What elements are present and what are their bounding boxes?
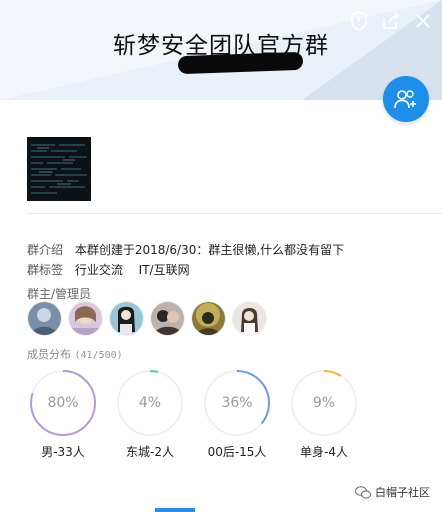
group-avatar[interactable] xyxy=(27,137,91,201)
distribution-rings: 80% 男-33人 4% 东城-2人 36% 00后-15人 9% 单身-4人 xyxy=(29,369,389,469)
admins-label: 群主/管理员 xyxy=(27,287,92,301)
add-members-button[interactable] xyxy=(383,76,429,122)
share-icon[interactable] xyxy=(380,10,402,32)
tag-item[interactable]: 行业交流 xyxy=(75,261,123,278)
ring-caption: 00后-15人 xyxy=(207,445,267,459)
group-profile-card: 斩梦安全团队官方群 群介绍 本群创建于2018/6/30：群主很懒,什么都没有留… xyxy=(0,0,442,512)
ring-caption: 东城-2人 xyxy=(126,445,174,459)
wechat-icon xyxy=(355,485,371,498)
member-count: (41/500) xyxy=(74,350,123,361)
ring-caption: 单身-4人 xyxy=(300,445,348,459)
avatar[interactable] xyxy=(150,301,185,336)
distribution-ring: 36% 00后-15人 xyxy=(203,369,271,459)
scroll-indicator xyxy=(155,508,195,512)
shield-icon[interactable] xyxy=(348,10,370,32)
member-distribution-label: 成员分布 (41/500) xyxy=(27,348,123,361)
watermark: 白帽子社区 xyxy=(355,484,430,500)
tags-label: 群标签 xyxy=(27,263,64,277)
avatar[interactable] xyxy=(232,301,267,336)
distribution-ring: 80% 男-33人 xyxy=(29,369,97,459)
intro-label: 群介绍 xyxy=(27,243,64,257)
group-tags-row: 群标签 行业交流 IT/互联网 xyxy=(27,261,202,278)
avatar[interactable] xyxy=(191,301,226,336)
admin-avatar-list xyxy=(27,301,267,336)
ring-percent: 36% xyxy=(221,395,253,411)
section-divider xyxy=(27,213,442,214)
distribution-ring: 9% 单身-4人 xyxy=(290,369,358,459)
add-members-icon xyxy=(394,90,416,109)
window-actions xyxy=(348,10,434,32)
ring-percent: 4% xyxy=(138,395,162,411)
ring-percent: 80% xyxy=(47,395,79,411)
group-intro-row: 群介绍 本群创建于2018/6/30：群主很懒,什么都没有留下 xyxy=(27,241,344,258)
avatar[interactable] xyxy=(27,301,62,336)
avatar[interactable] xyxy=(109,301,144,336)
tag-item[interactable]: IT/互联网 xyxy=(139,261,190,278)
distribution-ring: 4% 东城-2人 xyxy=(116,369,184,459)
close-icon[interactable] xyxy=(412,10,434,32)
avatar[interactable] xyxy=(68,301,103,336)
intro-text: 本群创建于2018/6/30：群主很懒,什么都没有留下 xyxy=(74,243,345,257)
ring-percent: 9% xyxy=(312,395,336,411)
ring-caption: 男-33人 xyxy=(41,445,85,459)
